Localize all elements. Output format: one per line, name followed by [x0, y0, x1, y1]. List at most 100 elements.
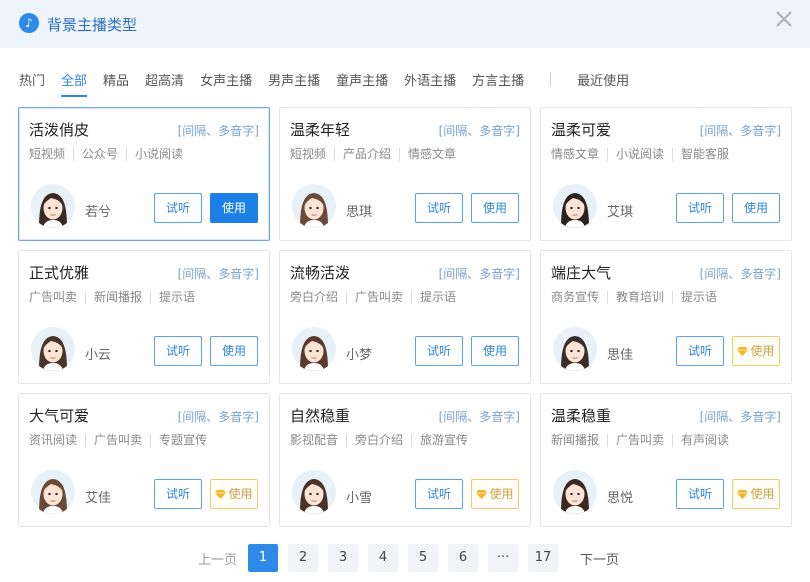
- anchor-card[interactable]: 温柔可爱 [间隔、多音字] 情感文章 小说阅读 智能客服 艾琪 试听 使用: [540, 107, 792, 241]
- card-feature-label: [间隔、多音字]: [438, 124, 520, 138]
- card-style-name: 流畅活泼: [290, 264, 351, 282]
- card-tags: 情感文章 小说阅读 智能客服: [551, 148, 737, 161]
- anchor-name: 小雪: [346, 491, 373, 506]
- anchor-name: 思悦: [607, 491, 634, 506]
- tag: 情感文章: [551, 147, 600, 161]
- anchor-avatar: [31, 184, 75, 228]
- anchor-avatar: [292, 470, 336, 514]
- vip-diamond-icon: [476, 490, 488, 499]
- listen-button[interactable]: 试听: [415, 479, 463, 509]
- use-button[interactable]: 使用: [210, 336, 258, 366]
- page-button[interactable]: 1: [248, 544, 279, 572]
- tab-外语主播[interactable]: 外语主播: [404, 70, 456, 95]
- tag: 广告叫卖: [29, 290, 78, 304]
- page-ellipsis[interactable]: ···: [488, 544, 519, 572]
- page-button[interactable]: 17: [528, 544, 559, 572]
- listen-button[interactable]: 试听: [676, 479, 724, 509]
- card-feature-label: [间隔、多音字]: [699, 410, 781, 424]
- card-style-name: 端庄大气: [551, 264, 612, 282]
- card-feature-label: [间隔、多音字]: [699, 124, 781, 138]
- card-tags: 资讯阅读 广告叫卖 专题宣传: [29, 434, 215, 447]
- tag: 商务宣传: [551, 290, 600, 304]
- tab-全部[interactable]: 全部: [61, 70, 88, 97]
- vip-diamond-icon: [737, 347, 749, 356]
- anchor-avatar: [292, 327, 336, 371]
- anchor-card[interactable]: 正式优雅 [间隔、多音字] 广告叫卖 新闻播报 提示语 小云 试听 使用: [18, 250, 270, 384]
- vip-diamond-icon: [215, 490, 227, 499]
- tag: 广告叫卖: [85, 434, 150, 447]
- tab-recent[interactable]: 最近使用: [577, 70, 629, 95]
- use-button-label: 使用: [489, 487, 514, 501]
- page-button[interactable]: 3: [328, 544, 359, 572]
- tag: 提示语: [672, 291, 725, 304]
- use-button-label: 使用: [228, 487, 253, 501]
- use-button-label: 使用: [750, 487, 775, 501]
- use-button[interactable]: 使用: [732, 336, 780, 366]
- tag: 公众号: [73, 148, 126, 161]
- listen-button[interactable]: 试听: [415, 193, 463, 223]
- page-button[interactable]: 5: [408, 544, 439, 572]
- anchor-card[interactable]: 自然稳重 [间隔、多音字] 影视配音 旁白介绍 旅游宣传 小雪 试听 使用: [279, 393, 531, 527]
- dialog-header: ♪ 背景主播类型: [0, 0, 810, 48]
- tag: 影视配音: [290, 433, 339, 447]
- card-tags: 广告叫卖 新闻播报 提示语: [29, 291, 203, 304]
- anchor-card[interactable]: 大气可爱 [间隔、多音字] 资讯阅读 广告叫卖 专题宣传 艾佳 试听 使用: [18, 393, 270, 527]
- page-button[interactable]: 2: [288, 544, 319, 572]
- anchor-name: 小梦: [346, 348, 373, 363]
- card-feature-label: [间隔、多音字]: [699, 267, 781, 281]
- tag: 提示语: [411, 291, 464, 304]
- prev-page-link[interactable]: 上一页: [198, 549, 237, 568]
- use-button[interactable]: 使用: [471, 479, 519, 509]
- card-style-name: 温柔稳重: [551, 407, 612, 425]
- anchor-card[interactable]: 温柔稳重 [间隔、多音字] 新闻播报 广告叫卖 有声阅读思悦 试听 使用: [540, 393, 792, 527]
- use-button[interactable]: 使用: [210, 479, 258, 509]
- tag: 新闻播报: [551, 433, 600, 447]
- tab-童声主播[interactable]: 童声主播: [336, 70, 388, 95]
- anchor-card[interactable]: 端庄大气 [间隔、多音字] 商务宣传 教育培训 提示语 思佳 试听 使用: [540, 250, 792, 384]
- use-button[interactable]: 使用: [732, 479, 780, 509]
- use-button[interactable]: 使用: [471, 193, 519, 223]
- use-button[interactable]: 使用: [210, 193, 258, 223]
- tab-男声主播[interactable]: 男声主播: [268, 70, 320, 95]
- anchor-card[interactable]: 流畅活泼 [间隔、多音字] 旁白介绍 广告叫卖 提示语 小梦 试听 使用: [279, 250, 531, 384]
- listen-button[interactable]: 试听: [154, 479, 202, 509]
- page-button[interactable]: 6: [448, 544, 479, 572]
- tab-精品[interactable]: 精品: [103, 70, 129, 95]
- music-note-icon: ♪: [19, 13, 39, 33]
- next-page-link[interactable]: 下一页: [580, 549, 619, 568]
- tag: 旅游宣传: [411, 434, 476, 447]
- listen-button[interactable]: 试听: [676, 336, 724, 366]
- tag: 专题宣传: [150, 434, 215, 447]
- tag: 产品介绍: [334, 148, 399, 161]
- tab-热门[interactable]: 热门: [19, 70, 45, 95]
- tab-超高清[interactable]: 超高清: [145, 70, 184, 95]
- anchor-card[interactable]: 温柔年轻 [间隔、多音字] 短视频 产品介绍 情感文章 思琪 试听 使用: [279, 107, 531, 241]
- card-tags: 商务宣传 教育培训 提示语: [551, 291, 725, 304]
- anchor-card[interactable]: 活泼俏皮 [间隔、多音字] 短视频 公众号 小说阅读 若兮 试听 使用: [18, 107, 270, 241]
- use-button[interactable]: 使用: [732, 193, 780, 223]
- listen-button[interactable]: 试听: [154, 193, 202, 223]
- card-tags: 新闻播报 广告叫卖 有声阅读: [551, 434, 737, 447]
- close-icon[interactable]: [774, 9, 794, 29]
- pagination: 上一页 1 2 3 4 5 6 ··· 17 下一页: [198, 544, 619, 572]
- card-style-name: 温柔年轻: [290, 121, 351, 139]
- tag: 短视频: [29, 147, 66, 161]
- anchor-name: 小云: [85, 348, 112, 363]
- tab-方言主播[interactable]: 方言主播: [472, 70, 524, 95]
- page-button[interactable]: 4: [368, 544, 399, 572]
- anchor-avatar: [553, 327, 597, 371]
- listen-button[interactable]: 试听: [676, 193, 724, 223]
- tag: 广告叫卖: [607, 434, 672, 447]
- card-feature-label: [间隔、多音字]: [177, 267, 259, 281]
- card-style-name: 大气可爱: [29, 407, 90, 425]
- anchor-avatar: [553, 470, 597, 514]
- tab-女声主播[interactable]: 女声主播: [200, 70, 252, 95]
- use-button[interactable]: 使用: [471, 336, 519, 366]
- use-button-label: 使用: [750, 344, 775, 358]
- listen-button[interactable]: 试听: [415, 336, 463, 366]
- card-style-name: 温柔可爱: [551, 121, 612, 139]
- tag: 小说阅读: [126, 148, 191, 161]
- tag: 情感文章: [399, 148, 464, 161]
- tag: 广告叫卖: [346, 291, 411, 304]
- listen-button[interactable]: 试听: [154, 336, 202, 366]
